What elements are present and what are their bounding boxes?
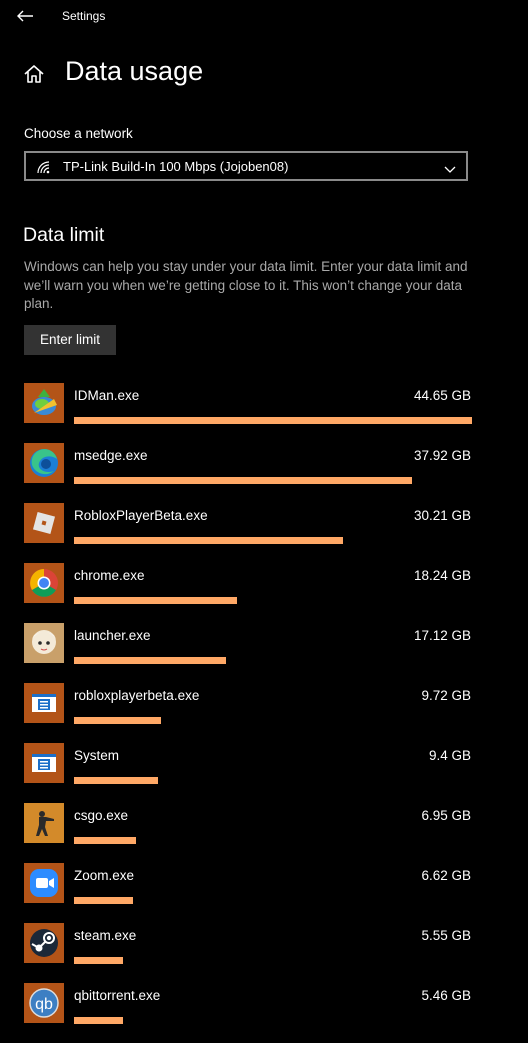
app-name: qbittorrent.exe bbox=[74, 988, 161, 1003]
zoom-icon bbox=[24, 863, 64, 903]
window-title: Settings bbox=[62, 9, 106, 23]
page-title: Data usage bbox=[65, 56, 204, 86]
title-bar: Settings bbox=[0, 0, 528, 32]
app-usage: 9.72 GB bbox=[421, 688, 471, 703]
app-usage: 5.46 GB bbox=[421, 988, 471, 1003]
usage-bar bbox=[74, 597, 472, 604]
app-window-icon bbox=[24, 683, 64, 723]
network-dropdown[interactable]: TP-Link Build-In 100 Mbps (Jojoben08) bbox=[24, 151, 468, 181]
usage-bar-fill bbox=[74, 837, 137, 844]
usage-bar bbox=[74, 657, 472, 664]
app-row-launcher[interactable]: launcher.exe 17.12 GB bbox=[0, 623, 528, 683]
data-limit-description: Windows can help you stay under your dat… bbox=[24, 259, 468, 311]
app-name: chrome.exe bbox=[74, 568, 145, 583]
enter-limit-button[interactable]: Enter limit bbox=[24, 325, 116, 355]
app-row-csgo[interactable]: csgo.exe 6.95 GB bbox=[0, 803, 528, 863]
roblox-icon bbox=[24, 503, 64, 543]
app-row-qbittorrent[interactable]: qb qbittorrent.exe 5.46 GB bbox=[0, 983, 528, 1043]
usage-bar bbox=[74, 837, 472, 844]
svg-text:qb: qb bbox=[35, 996, 53, 1013]
app-name: steam.exe bbox=[74, 928, 137, 943]
usage-bar bbox=[74, 897, 472, 904]
usage-bar-fill bbox=[74, 1017, 123, 1024]
usage-bar-fill bbox=[74, 717, 161, 724]
usage-bar-fill bbox=[74, 957, 124, 964]
network-selected-value: TP-Link Build-In 100 Mbps (Jojoben08) bbox=[63, 159, 289, 174]
usage-bar-fill bbox=[74, 897, 133, 904]
app-row-zoom[interactable]: Zoom.exe 6.62 GB bbox=[0, 863, 528, 923]
usage-bar bbox=[74, 777, 472, 784]
app-usage: 9.4 GB bbox=[428, 748, 471, 763]
app-usage: 37.92 GB bbox=[413, 448, 471, 463]
app-row-msedge[interactable]: msedge.exe 37.92 GB bbox=[0, 443, 528, 503]
app-row-roblox[interactable]: RobloxPlayerBeta.exe 30.21 GB bbox=[0, 503, 528, 563]
app-usage: 6.95 GB bbox=[421, 808, 471, 823]
usage-bar bbox=[74, 717, 472, 724]
app-row-steam[interactable]: steam.exe 5.55 GB bbox=[0, 923, 528, 983]
app-row-idman[interactable]: IDMan.exe 44.65 GB bbox=[0, 383, 528, 443]
home-icon bbox=[22, 62, 46, 86]
app-usage: 30.21 GB bbox=[413, 508, 471, 523]
csgo-icon bbox=[24, 803, 64, 843]
app-row-chrome[interactable]: chrome.exe 18.24 GB bbox=[0, 563, 528, 623]
usage-bar-fill bbox=[74, 537, 344, 544]
app-usage-list: IDMan.exe 44.65 GB msedge.exe 37.92 GB Roblo… bbox=[0, 383, 528, 1043]
usage-bar-fill bbox=[74, 657, 227, 664]
app-usage: 5.55 GB bbox=[421, 928, 471, 943]
data-limit-heading: Data limit bbox=[23, 224, 105, 246]
usage-bar-fill bbox=[74, 597, 237, 604]
network-label: Choose a network bbox=[24, 126, 133, 141]
usage-bar bbox=[74, 537, 472, 544]
usage-bar bbox=[74, 477, 472, 484]
app-name: csgo.exe bbox=[74, 808, 129, 823]
app-name: Zoom.exe bbox=[74, 868, 135, 883]
app-name: RobloxPlayerBeta.exe bbox=[74, 508, 208, 523]
steam-icon bbox=[24, 923, 64, 963]
chevron-down-icon bbox=[444, 161, 456, 173]
app-usage: 17.12 GB bbox=[413, 628, 471, 643]
usage-bar bbox=[74, 957, 472, 964]
app-name: launcher.exe bbox=[74, 628, 151, 643]
edge-icon bbox=[24, 443, 64, 483]
app-usage: 18.24 GB bbox=[413, 568, 471, 583]
wifi-icon bbox=[36, 160, 52, 174]
app-name: IDMan.exe bbox=[74, 388, 140, 403]
qbittorrent-icon: qb bbox=[24, 983, 64, 1023]
usage-bar-fill bbox=[74, 417, 472, 424]
app-name: robloxplayerbeta.exe bbox=[74, 688, 200, 703]
back-arrow-icon[interactable] bbox=[14, 6, 36, 26]
usage-bar-fill bbox=[74, 777, 158, 784]
app-window-icon bbox=[24, 743, 64, 783]
app-usage: 6.62 GB bbox=[421, 868, 471, 883]
usage-bar bbox=[74, 417, 472, 424]
idm-icon bbox=[24, 383, 64, 423]
app-row-system[interactable]: System 9.4 GB bbox=[0, 743, 528, 803]
usage-bar-fill bbox=[74, 477, 412, 484]
app-usage: 44.65 GB bbox=[413, 388, 471, 403]
chrome-icon bbox=[24, 563, 64, 603]
app-row-robloxlower[interactable]: robloxplayerbeta.exe 9.72 GB bbox=[0, 683, 528, 743]
usage-bar bbox=[74, 1017, 472, 1024]
genshin-launcher-icon bbox=[24, 623, 64, 663]
app-name: msedge.exe bbox=[74, 448, 148, 463]
app-name: System bbox=[74, 748, 120, 763]
